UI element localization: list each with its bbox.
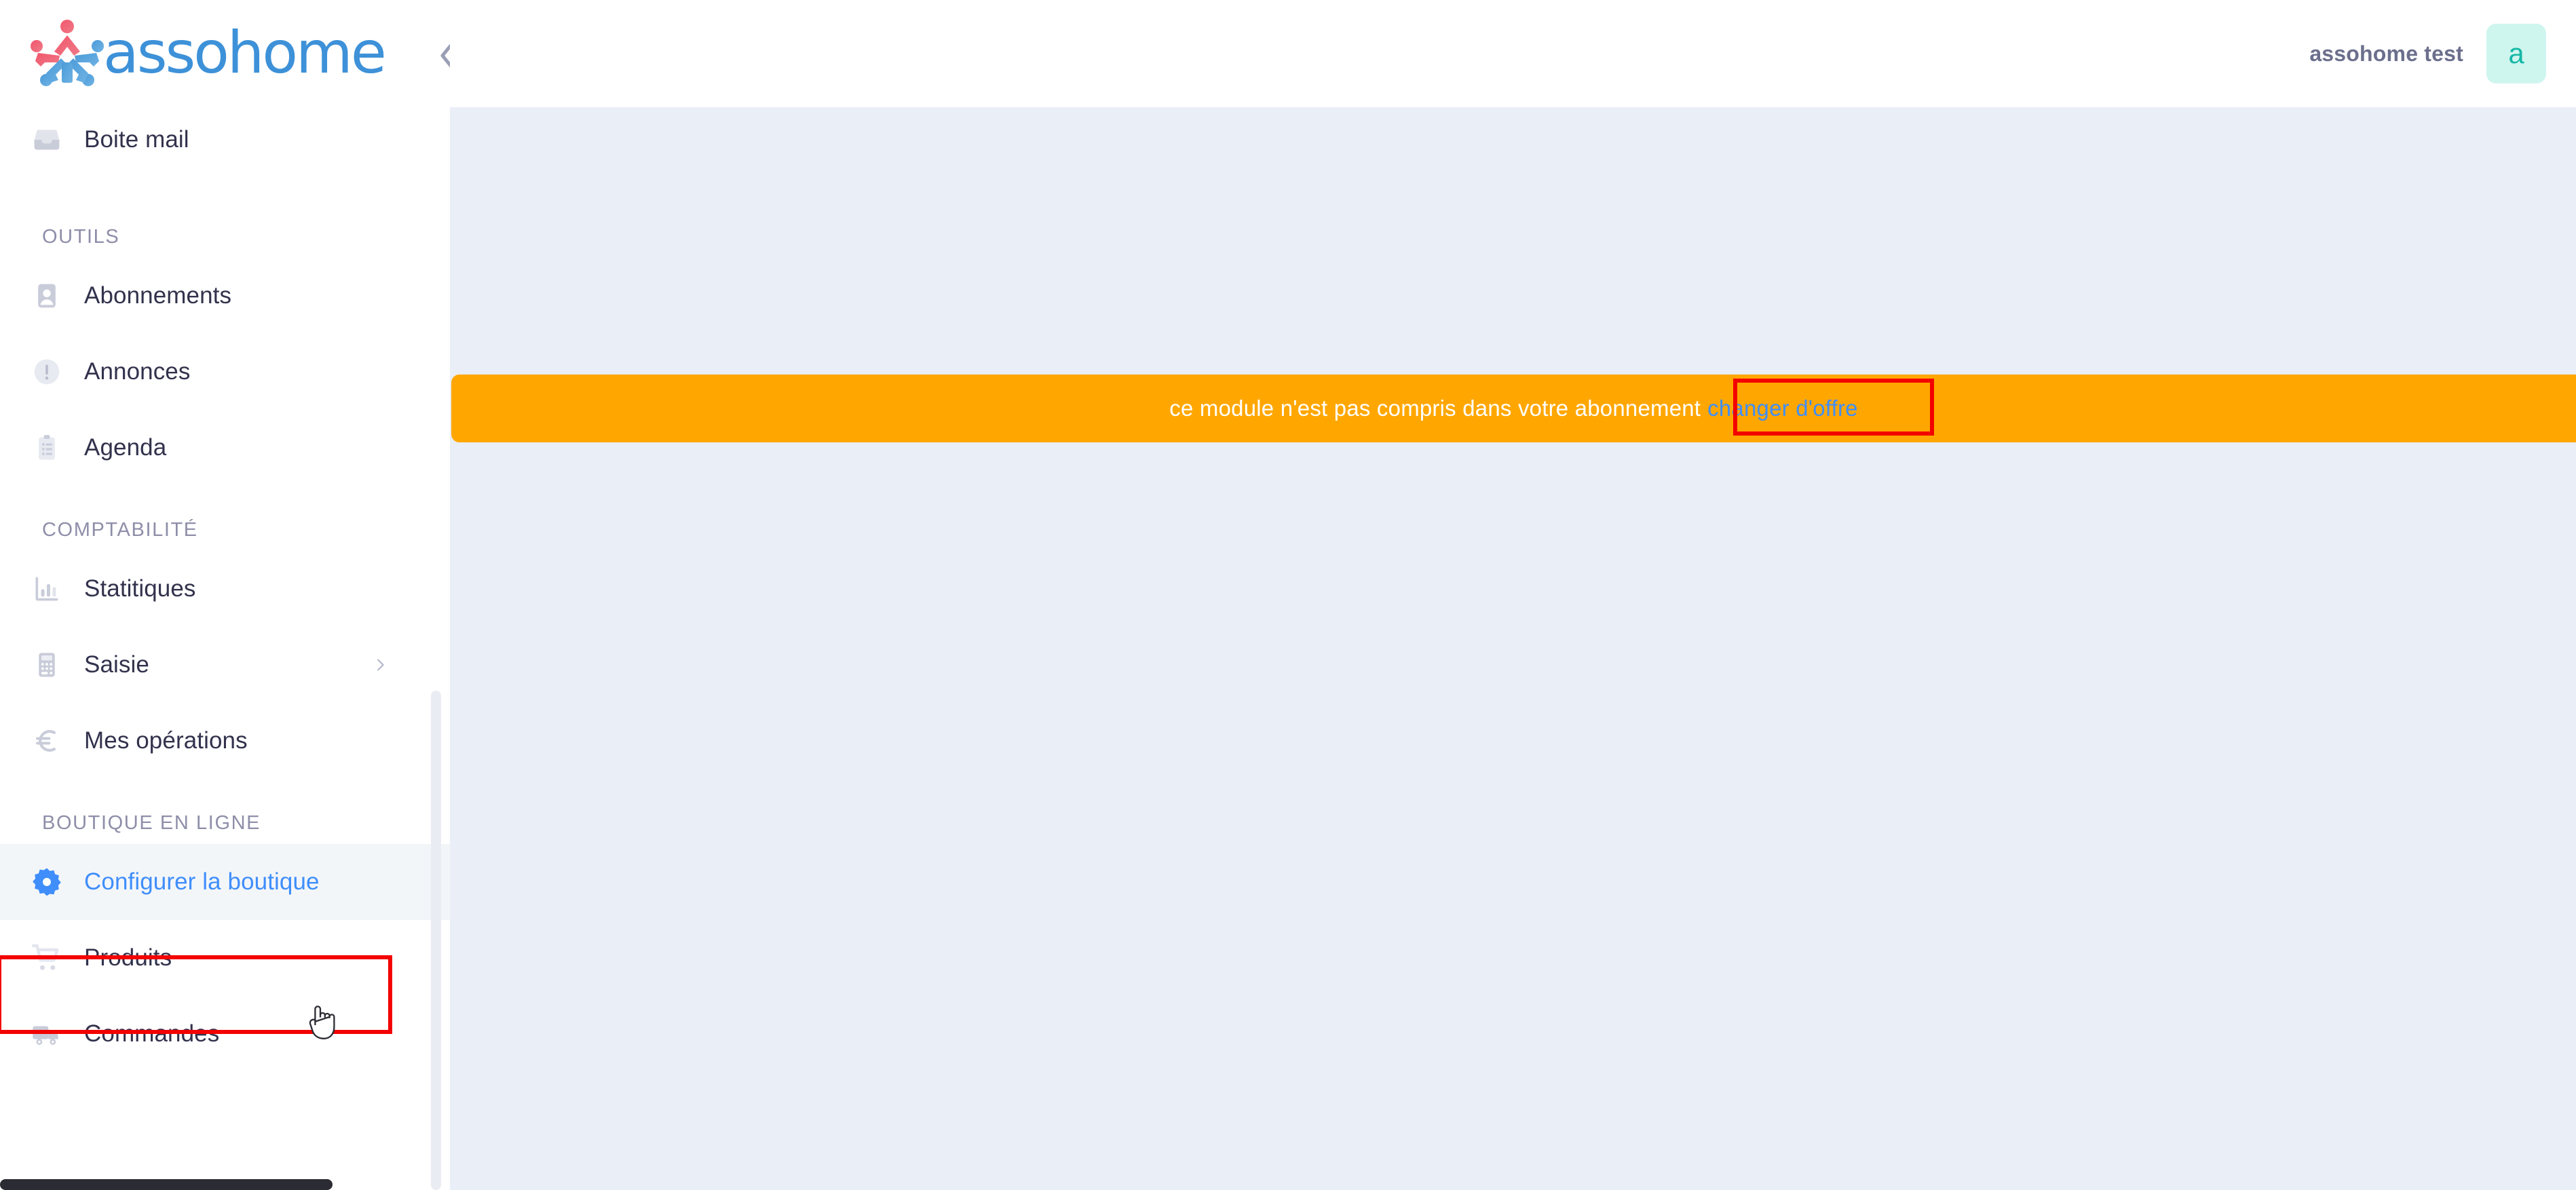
assohome-people-logo-icon xyxy=(27,18,107,88)
gear-icon xyxy=(31,866,62,898)
shopping-cart-icon xyxy=(31,942,62,974)
sidebar-scrollbar-thumb[interactable] xyxy=(431,691,441,1190)
top-header: assohome test a xyxy=(450,0,2576,107)
sidebar-item-label: Boite mail xyxy=(84,126,189,153)
sidebar-section-boutique-en-ligne-title: BOUTIQUE EN LIGNE xyxy=(42,812,261,834)
contact-card-icon xyxy=(31,280,62,311)
sidebar-section-comptabilite-title: COMPTABILITÉ xyxy=(42,519,198,541)
sidebar-item-produits[interactable]: Produits xyxy=(0,920,450,996)
changer-doffre-link[interactable]: changer d'offre xyxy=(1707,396,1858,421)
avatar[interactable]: a xyxy=(2486,24,2546,83)
sidebar-item-label: Configurer la boutique xyxy=(84,868,320,895)
sidebar-item-mes-operations[interactable]: Mes opérations xyxy=(0,703,450,779)
brand-name: assohome xyxy=(103,19,387,87)
sidebar-item-boite-mail[interactable]: Boite mail xyxy=(0,102,450,178)
sidebar-item-label: Abonnements xyxy=(84,282,232,309)
inbox-icon xyxy=(31,124,62,155)
sidebar: assohome Boite mail OUTILS Abonnements A… xyxy=(0,0,450,1190)
brand-logo[interactable]: assohome xyxy=(27,12,394,94)
chevron-right-icon xyxy=(373,657,387,672)
sidebar-item-label: Saisie xyxy=(84,651,149,678)
bar-chart-icon xyxy=(31,573,62,604)
sidebar-item-label: Produits xyxy=(84,944,172,971)
sidebar-item-label: Statitiques xyxy=(84,575,196,602)
calculator-icon xyxy=(31,649,62,680)
app-root: assohome Boite mail OUTILS Abonnements A… xyxy=(0,0,2576,1190)
horizontal-scrollbar-thumb[interactable] xyxy=(0,1179,333,1190)
clipboard-icon xyxy=(31,432,62,463)
sidebar-nav: Boite mail OUTILS Abonnements Annonces A… xyxy=(0,102,450,1072)
delivery-truck-icon xyxy=(31,1018,62,1050)
sidebar-item-label: Mes opérations xyxy=(84,727,248,754)
sidebar-item-abonnements[interactable]: Abonnements xyxy=(0,258,450,334)
sidebar-item-label: Commandes xyxy=(84,1020,220,1047)
sidebar-item-agenda[interactable]: Agenda xyxy=(0,410,450,486)
main-content: ce module n'est pas compris dans votre a… xyxy=(450,107,2576,1190)
subscription-warning-banner: ce module n'est pas compris dans votre a… xyxy=(451,375,2576,442)
sidebar-section-outils-title: OUTILS xyxy=(42,226,120,248)
sidebar-item-annonces[interactable]: Annonces xyxy=(0,334,450,410)
sidebar-item-commandes[interactable]: Commandes xyxy=(0,996,450,1072)
sidebar-item-statitiques[interactable]: Statitiques xyxy=(0,551,450,627)
sidebar-item-label: Agenda xyxy=(84,434,167,461)
sidebar-item-saisie[interactable]: Saisie xyxy=(0,627,450,703)
euro-icon xyxy=(31,725,62,756)
banner-message: ce module n'est pas compris dans votre a… xyxy=(1169,396,1701,421)
sidebar-item-label: Annonces xyxy=(84,358,191,385)
account-name: assohome test xyxy=(2309,41,2463,66)
sidebar-item-configurer-la-boutique[interactable]: Configurer la boutique xyxy=(0,844,450,920)
alert-circle-icon xyxy=(31,356,62,387)
